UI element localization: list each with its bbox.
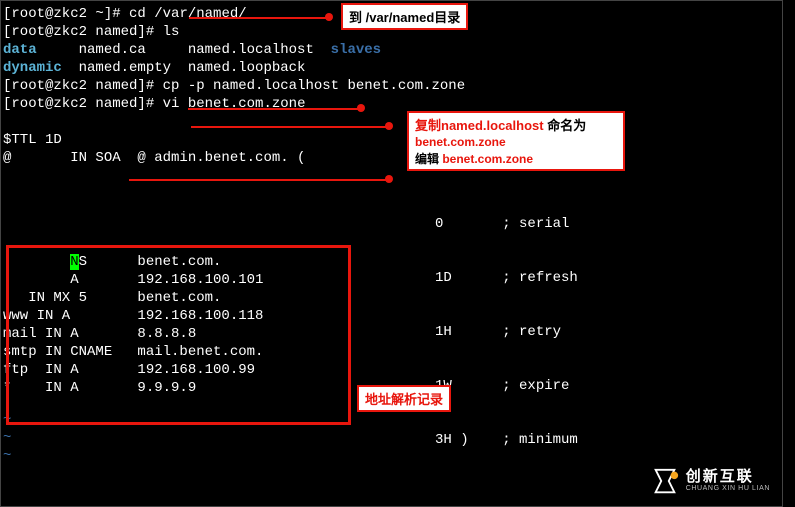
file-list: named.ca named.localhost xyxy=(37,42,331,58)
annotation-line xyxy=(188,108,361,110)
terminal-line: [root@zkc2 named]# cp -p named.localhost… xyxy=(3,77,780,95)
shell-prompt: [root@zkc2 named]# xyxy=(3,96,163,112)
watermark-logo: 创新互联 CHUANG XIN HU LIAN xyxy=(650,466,770,496)
annotation-dot xyxy=(385,175,393,183)
soa-refresh: 1D ; refresh xyxy=(435,269,578,287)
annotation-text: 编辑 benet.com.zone xyxy=(415,150,617,167)
vi-tilde: ~ xyxy=(3,447,780,465)
soa-values: 0 ; serial 1D ; refresh 1H ; retry 1W ; … xyxy=(435,179,578,485)
annotation-line xyxy=(129,179,389,181)
annotation-dot xyxy=(357,104,365,112)
terminal-window[interactable]: [root@zkc2 ~]# cd /var/named/ [root@zkc2… xyxy=(0,0,783,507)
shell-prompt: [root@zkc2 named]# xyxy=(3,78,163,94)
annotation-text: 复制named.localhost 命名为 xyxy=(415,118,586,133)
dir-name: dynamic xyxy=(3,60,62,76)
dir-name: data xyxy=(3,42,37,58)
annotation-line xyxy=(189,17,329,19)
logo-text: 创新互联 CHUANG XIN HU LIAN xyxy=(686,469,770,492)
terminal-line: $TTL 1D xyxy=(3,131,780,149)
shell-command: cd /var/named/ xyxy=(129,6,247,22)
terminal-line: @ IN SOA @ admin.benet.com. ( xyxy=(3,149,780,167)
annotation-dot xyxy=(325,13,333,21)
file-list: named.empty named.loopback xyxy=(62,60,306,76)
vi-tilde: ~ xyxy=(3,429,780,447)
annotation-line xyxy=(191,126,389,128)
annotation-box: 复制named.localhost 命名为 benet.com.zone 编辑 … xyxy=(407,111,625,171)
shell-command: cp -p named.localhost benet.com.zone xyxy=(163,78,465,94)
dir-name: slaves xyxy=(331,42,381,58)
annotation-text: benet.com.zone xyxy=(415,135,617,149)
soa-serial: 0 ; serial xyxy=(435,215,578,233)
shell-command: ls xyxy=(163,24,180,40)
soa-expire: 1W ; expire xyxy=(435,377,578,395)
terminal-line: data named.ca named.localhost slaves xyxy=(3,41,780,59)
soa-minimum: 3H ) ; minimum xyxy=(435,431,578,449)
annotation-box: 地址解析记录 xyxy=(357,385,451,412)
terminal-line: [root@zkc2 named]# vi benet.com.zone xyxy=(3,95,780,113)
shell-prompt: [root@zkc2 ~]# xyxy=(3,6,129,22)
annotation-box: 到 /var/named目录 xyxy=(341,3,468,30)
annotation-box xyxy=(6,245,351,425)
logo-icon xyxy=(650,466,680,496)
annotation-text: 到 /var/named目录 xyxy=(349,10,460,25)
terminal-line: dynamic named.empty named.loopback xyxy=(3,59,780,77)
soa-retry: 1H ; retry xyxy=(435,323,578,341)
shell-prompt: [root@zkc2 named]# xyxy=(3,24,163,40)
